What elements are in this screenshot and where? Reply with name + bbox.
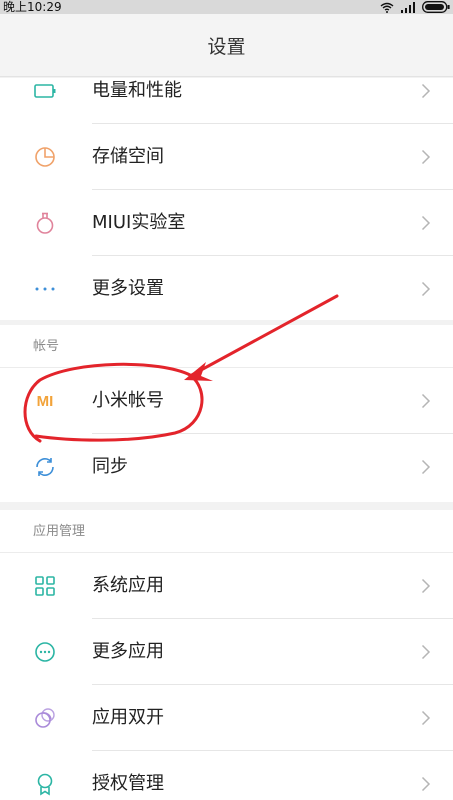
section-header-label: 应用管理 [33,524,86,539]
settings-group-account: 帐号 MI 小米帐号 同步 [0,325,453,502]
settings-item-sync[interactable]: 同步 [0,434,453,500]
chevron-right-icon [421,459,431,475]
settings-item-permissions[interactable]: 授权管理 [0,751,453,800]
settings-group-app-management: 应用管理 系统应用 更多应用 应用双开 授权管理 [0,510,453,800]
more-dots-icon [35,287,55,291]
settings-item-mi-account[interactable]: MI 小米帐号 [0,368,453,434]
settings-item-label: 更多设置 [92,278,164,299]
settings-item-label: 存储空间 [92,146,164,167]
settings-item-label: 应用双开 [92,707,164,728]
signal-icon [401,1,415,13]
battery-outline-icon [34,84,56,98]
wifi-icon [380,2,394,13]
chevron-right-icon [421,393,431,409]
chevron-right-icon [421,149,431,165]
pie-chart-icon [35,147,55,167]
settings-item-system-apps[interactable]: 系统应用 [0,553,453,619]
settings-item-miui-lab[interactable]: MIUI实验室 [0,190,453,256]
settings-list[interactable]: 电量和性能 存储空间 MIUI实验室 更多设置 帐号 MI 小米帐号 同步 应用… [0,78,453,800]
chevron-right-icon [421,215,431,231]
status-bar: 晚上10:29 [0,0,453,14]
settings-item-label: MIUI实验室 [92,212,186,233]
grid-icon [35,576,55,596]
chevron-right-icon [421,578,431,594]
chevron-right-icon [421,281,431,297]
status-icons [380,1,450,13]
settings-item-label: 小米帐号 [92,390,164,411]
page-title: 设置 [207,36,246,58]
dual-app-icon [35,708,55,728]
section-header-account: 帐号 [0,325,453,368]
chevron-right-icon [421,710,431,726]
more-apps-icon [35,642,55,662]
section-header-app-management: 应用管理 [0,510,453,553]
settings-group-system: 电量和性能 存储空间 MIUI实验室 更多设置 [0,78,453,320]
mi-logo-text: MI [37,393,54,410]
settings-item-label: 授权管理 [92,773,164,794]
settings-item-label: 系统应用 [92,575,164,596]
chevron-right-icon [421,83,431,99]
sync-icon [36,457,54,477]
settings-item-dual-apps[interactable]: 应用双开 [0,685,453,751]
chevron-right-icon [421,644,431,660]
shield-badge-icon [37,773,53,796]
title-bar: 设置 [0,14,453,77]
section-header-label: 帐号 [33,339,60,354]
settings-item-storage[interactable]: 存储空间 [0,124,453,190]
mi-logo-icon: MI [37,393,54,410]
battery-icon [422,1,450,13]
chevron-right-icon [421,776,431,792]
status-time: 晚上10:29 [3,0,62,14]
settings-item-more-settings[interactable]: 更多设置 [0,256,453,322]
settings-item-label: 同步 [92,456,128,477]
settings-item-battery-performance[interactable]: 电量和性能 [0,78,453,124]
settings-item-more-apps[interactable]: 更多应用 [0,619,453,685]
settings-item-label: 更多应用 [92,641,164,662]
flask-icon [36,212,54,234]
settings-item-label: 电量和性能 [92,80,182,101]
